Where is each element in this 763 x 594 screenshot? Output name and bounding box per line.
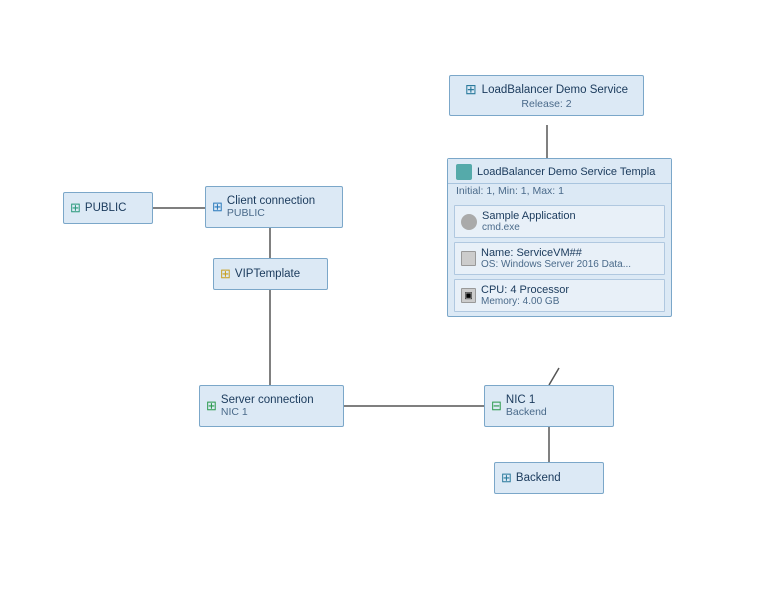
template-icon [456,164,472,180]
server-connection-label: Server connection [221,394,314,406]
vip-icon: ⊞ [220,266,231,282]
client-connection-node[interactable]: ⊞ Client connection PUBLIC [205,186,343,228]
client-connection-label: Client connection [227,195,315,207]
cpu-icon: ▣ [461,288,476,303]
sample-app-section: Sample Application cmd.exe [454,205,665,238]
backend-label: Backend [516,472,561,484]
loadbalancer-node[interactable]: ⊞ LoadBalancer Demo Service Release: 2 [449,75,644,116]
cpu-section: ▣ CPU: 4 Processor Memory: 4.00 GB [454,279,665,312]
public-network-node[interactable]: ⊞ PUBLIC [63,192,153,224]
public-icon: ⊞ [70,200,81,216]
sample-app-sub: cmd.exe [482,222,576,233]
vm-name-label: Name: ServiceVM## [481,247,631,259]
server-connection-node[interactable]: ⊞ Server connection NIC 1 [199,385,344,427]
loadbalancer-label: LoadBalancer Demo Service [482,84,628,96]
server-icon: ⊞ [206,398,217,414]
loadbalancer-sub: Release: 2 [460,98,633,110]
template-title: LoadBalancer Demo Service Templa [477,166,655,178]
diagram-canvas: ⊞ LoadBalancer Demo Service Release: 2 L… [0,0,763,594]
public-label: PUBLIC [85,202,127,214]
backend-node[interactable]: ⊞ Backend [494,462,604,494]
client-connection-sub: PUBLIC [227,207,315,219]
template-node[interactable]: LoadBalancer Demo Service Templa Initial… [447,158,672,317]
nic1-node[interactable]: ⊟ NIC 1 Backend [484,385,614,427]
app-icon [461,214,477,230]
cpu-label: CPU: 4 Processor [481,284,569,296]
vip-template-label: VIPTemplate [235,268,300,280]
nic1-sub: Backend [506,406,547,418]
nic-icon: ⊟ [491,398,502,414]
client-icon: ⊞ [212,199,223,215]
sample-app-label: Sample Application [482,210,576,222]
nic1-label: NIC 1 [506,394,547,406]
server-connection-sub: NIC 1 [221,406,314,418]
vm-section: Name: ServiceVM## OS: Windows Server 201… [454,242,665,275]
loadbalancer-icon: ⊞ [465,81,477,98]
memory-label: Memory: 4.00 GB [481,296,569,307]
template-sub: Initial: 1, Min: 1, Max: 1 [448,184,671,201]
vm-os-label: OS: Windows Server 2016 Data... [481,259,631,270]
vip-template-node[interactable]: ⊞ VIPTemplate [213,258,328,290]
vm-icon [461,251,476,266]
backend-icon: ⊞ [501,470,512,486]
